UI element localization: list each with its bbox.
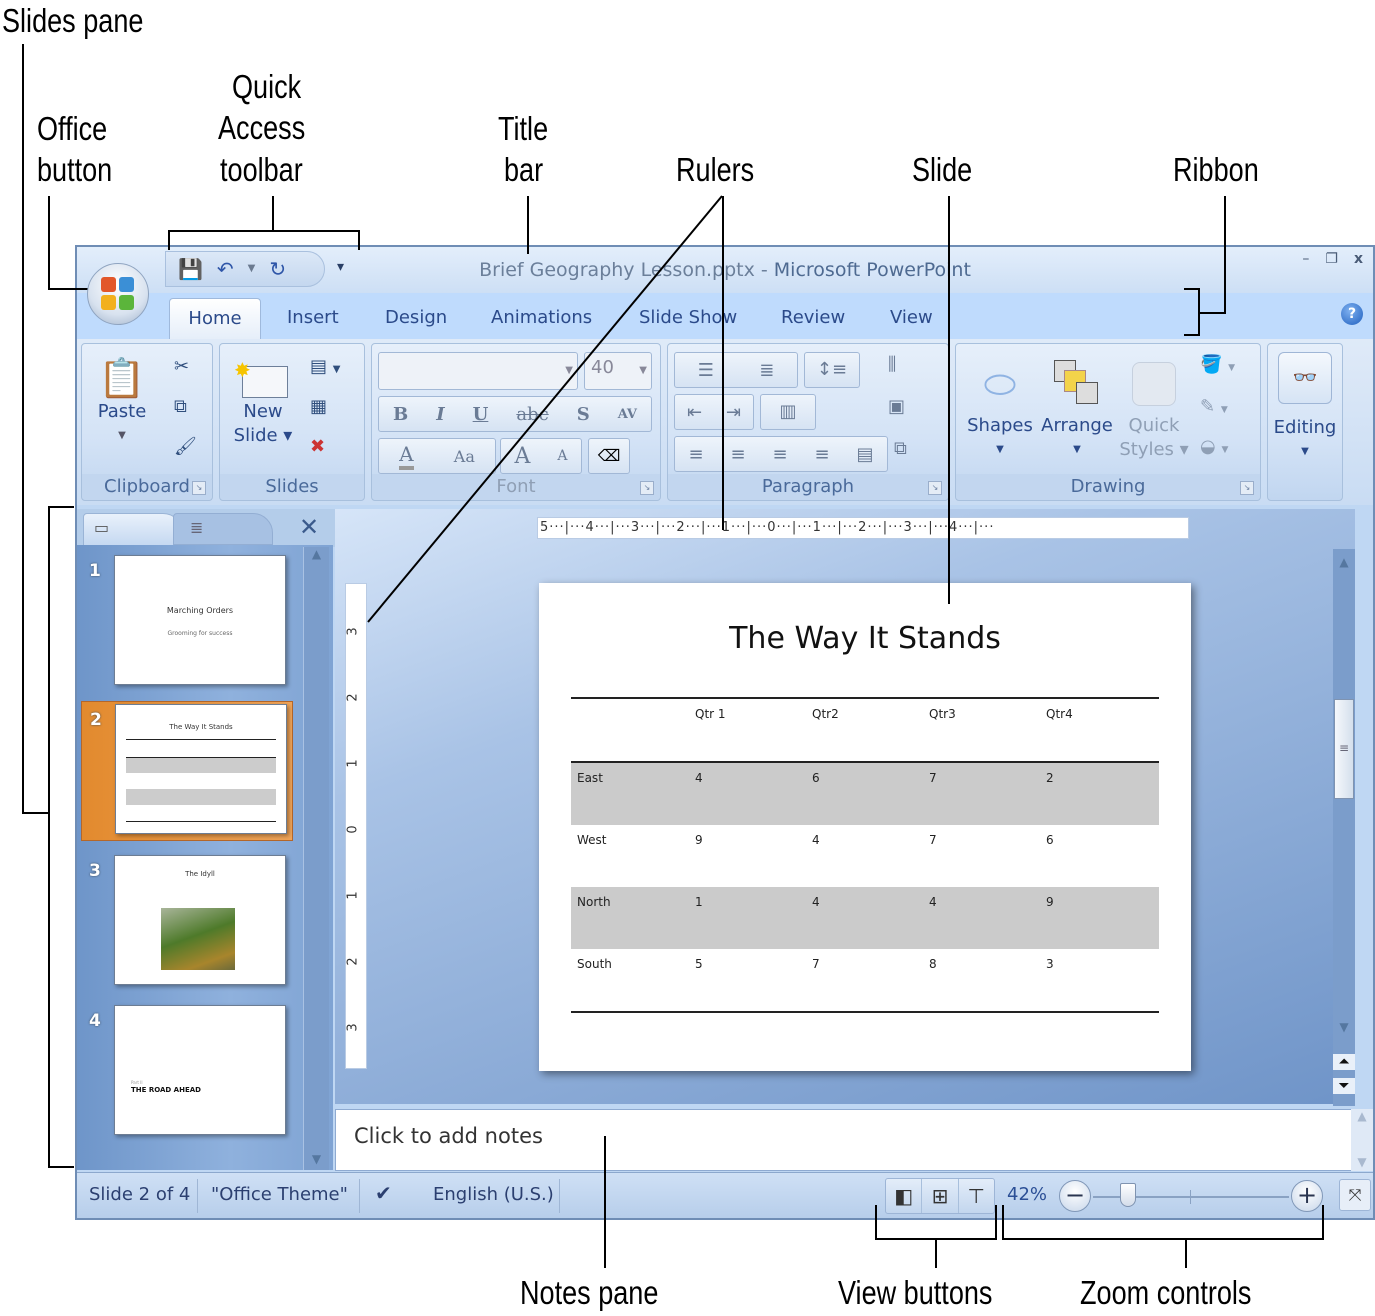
office-logo-icon (101, 277, 135, 311)
rulers-leader-lines (367, 195, 723, 623)
office-button[interactable] (87, 263, 149, 325)
